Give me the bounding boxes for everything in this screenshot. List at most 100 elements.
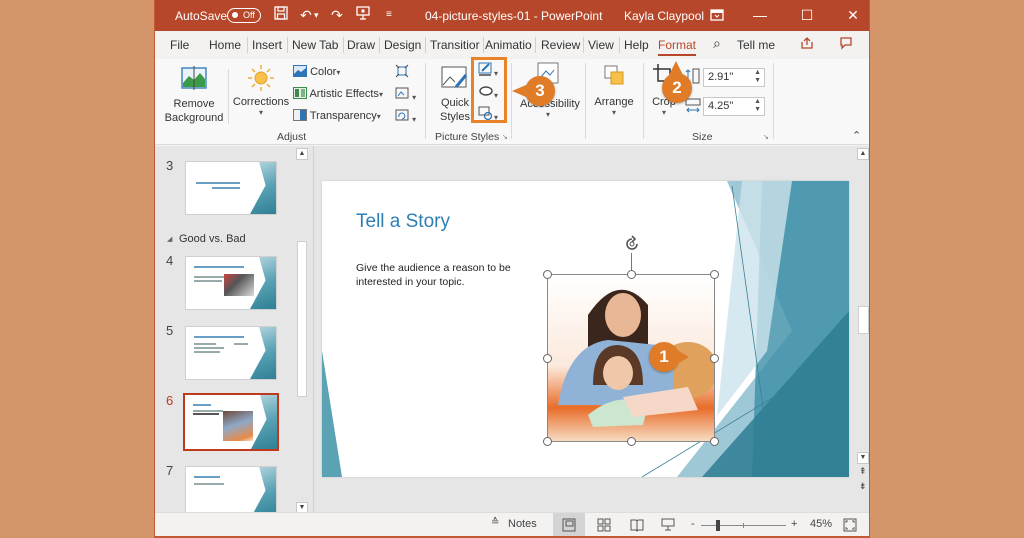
transparency-button[interactable]: Transparency▾ <box>293 109 381 122</box>
share-icon[interactable] <box>800 36 814 53</box>
tab-separator <box>287 37 288 53</box>
zoom-in-button[interactable]: + <box>791 518 797 530</box>
remove-background-icon <box>181 66 207 90</box>
resize-handle-right[interactable] <box>710 354 719 363</box>
zoom-slider[interactable] <box>701 520 786 531</box>
reset-picture-button[interactable]: ▾ <box>395 108 416 125</box>
tab-draw[interactable]: Draw <box>347 38 375 52</box>
slide-show-icon[interactable] <box>661 518 675 532</box>
zoom-level[interactable]: 45% <box>810 518 832 530</box>
slide-number: 4 <box>166 253 174 268</box>
slide-thumbnail-5[interactable] <box>185 326 277 380</box>
user-name[interactable]: Kayla Claypool <box>624 9 704 23</box>
rotate-handle-icon[interactable] <box>623 235 641 253</box>
undo-icon[interactable]: ↶ <box>300 6 312 24</box>
slide-body-text[interactable]: Give the audience a reason to be interes… <box>356 261 546 289</box>
tab-design[interactable]: Design <box>384 38 421 52</box>
resize-handle-top[interactable] <box>627 270 636 279</box>
height-spinner[interactable]: ▲ ▼ <box>754 69 761 85</box>
scroll-down-icon[interactable]: ▼ <box>857 452 869 464</box>
scroll-up-icon[interactable]: ▲ <box>296 148 308 160</box>
resize-handle-bottom-right[interactable] <box>710 437 719 446</box>
resize-handle-bottom[interactable] <box>627 437 636 446</box>
tab-home[interactable]: Home <box>209 38 241 52</box>
arrange-button[interactable]: Arrange ▾ <box>591 63 637 117</box>
color-icon <box>293 65 307 77</box>
remove-background-label: Remove Background <box>164 98 224 124</box>
customize-qat-icon[interactable]: ≡ <box>386 6 392 24</box>
resize-handle-bottom-left[interactable] <box>543 437 552 446</box>
arrange-icon <box>604 65 624 85</box>
width-spinner[interactable]: ▲ ▼ <box>754 98 761 114</box>
close-icon[interactable]: ✕ <box>838 4 868 26</box>
slide-thumbnails-pane: 3 ◢ Good vs. Bad 4 5 6 7 ▲ ▼ <box>155 146 313 520</box>
compress-pictures-button[interactable] <box>395 64 409 81</box>
notes-button[interactable]: Notes <box>508 518 537 530</box>
resize-handle-top-right[interactable] <box>710 270 719 279</box>
fit-slide-icon[interactable] <box>843 518 857 532</box>
tell-me-search[interactable]: Tell me <box>737 38 775 52</box>
tab-animations[interactable]: Animatio <box>485 38 533 52</box>
slide-thumbnail-4[interactable] <box>185 256 277 310</box>
picture-styles-dialog-launcher[interactable]: ↘ <box>502 133 508 141</box>
scrollbar-thumb[interactable] <box>297 241 307 397</box>
zoom-slider-thumb[interactable] <box>715 520 720 531</box>
quick-styles-button[interactable]: Quick Styles <box>437 65 473 124</box>
save-icon[interactable] <box>273 5 289 25</box>
search-icon[interactable]: ⌕ <box>713 35 721 52</box>
autosave-toggle[interactable]: Off <box>227 8 261 23</box>
previous-slide-icon[interactable]: ⇞ <box>859 466 867 477</box>
slide-scrollbar[interactable]: ▲ ▼ ⇞ ⇟ <box>856 146 869 512</box>
tab-review[interactable]: Review <box>541 38 580 52</box>
tab-format[interactable]: Format <box>658 38 697 56</box>
zoom-out-button[interactable]: - <box>691 518 695 530</box>
resize-handle-top-left[interactable] <box>543 270 552 279</box>
picture-border-button[interactable]: ▾ <box>478 62 498 79</box>
ribbon-display-options-icon[interactable] <box>710 7 724 25</box>
slide-thumbnail-3[interactable] <box>185 161 277 215</box>
change-picture-button[interactable]: ▾ <box>395 86 416 103</box>
slide-sorter-icon[interactable] <box>597 518 611 532</box>
minimize-icon[interactable]: — <box>745 4 775 26</box>
tab-transitions[interactable]: Transitior <box>430 38 482 52</box>
tab-new-tab[interactable]: New Tab <box>292 38 338 52</box>
corrections-button[interactable]: Corrections ▾ <box>231 61 291 125</box>
notes-icon[interactable]: ≙ <box>491 517 499 528</box>
tab-view[interactable]: View <box>588 38 614 52</box>
selected-picture[interactable] <box>543 235 719 446</box>
section-label[interactable]: Good vs. Bad <box>179 233 246 245</box>
scrollbar-thumb[interactable] <box>858 306 869 334</box>
undo-dropdown-icon[interactable]: ▾ <box>314 6 319 24</box>
maximize-icon[interactable]: ☐ <box>792 4 822 26</box>
section-collapse-icon[interactable]: ◢ <box>167 235 172 243</box>
present-icon[interactable] <box>356 5 370 25</box>
next-slide-icon[interactable]: ⇟ <box>859 481 867 492</box>
shape-height-input[interactable]: 2.91" ▲ ▼ <box>703 68 765 87</box>
picture-layout-button[interactable]: ▾ <box>478 106 498 123</box>
normal-view-button[interactable] <box>553 513 585 536</box>
reading-view-icon[interactable] <box>630 518 644 532</box>
callout-3-pointer <box>512 85 526 97</box>
tab-insert[interactable]: Insert <box>252 38 282 52</box>
color-button[interactable]: Color▾ <box>293 65 340 78</box>
shape-width-input[interactable]: 4.25" ▲ ▼ <box>703 97 765 116</box>
resize-handle-left[interactable] <box>543 354 552 363</box>
slide-number: 5 <box>166 323 174 338</box>
tab-separator <box>425 37 426 53</box>
artistic-effects-button[interactable]: Artistic Effects▾ <box>293 87 383 100</box>
scroll-up-icon[interactable]: ▲ <box>857 148 869 160</box>
remove-background-button[interactable]: Remove Background <box>163 61 225 125</box>
slide-canvas[interactable]: Tell a Story Give the audience a reason … <box>322 181 849 477</box>
quick-styles-label: Quick Styles <box>440 97 470 123</box>
tab-help[interactable]: Help <box>624 38 649 52</box>
picture-effects-button[interactable]: ▾ <box>478 84 498 101</box>
comments-icon[interactable] <box>839 36 853 53</box>
redo-icon[interactable]: ↷ <box>331 6 343 24</box>
slide-thumbnail-6-selected[interactable] <box>183 393 279 451</box>
tab-file[interactable]: File <box>170 38 189 52</box>
size-dialog-launcher[interactable]: ↘ <box>763 133 769 141</box>
thumbnails-scrollbar[interactable]: ▲ ▼ <box>295 146 309 514</box>
tab-separator <box>343 37 344 53</box>
slide-title[interactable]: Tell a Story <box>356 211 450 233</box>
collapse-ribbon-icon[interactable]: ⌃ <box>852 129 861 142</box>
